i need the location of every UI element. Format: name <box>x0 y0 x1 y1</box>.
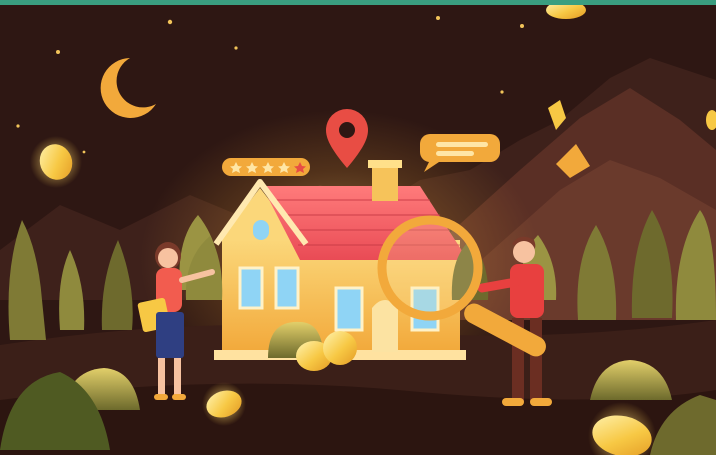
real-estate-illustration <box>0 5 716 455</box>
illustration-frame <box>0 0 716 455</box>
rating-stars-icon <box>222 158 310 176</box>
